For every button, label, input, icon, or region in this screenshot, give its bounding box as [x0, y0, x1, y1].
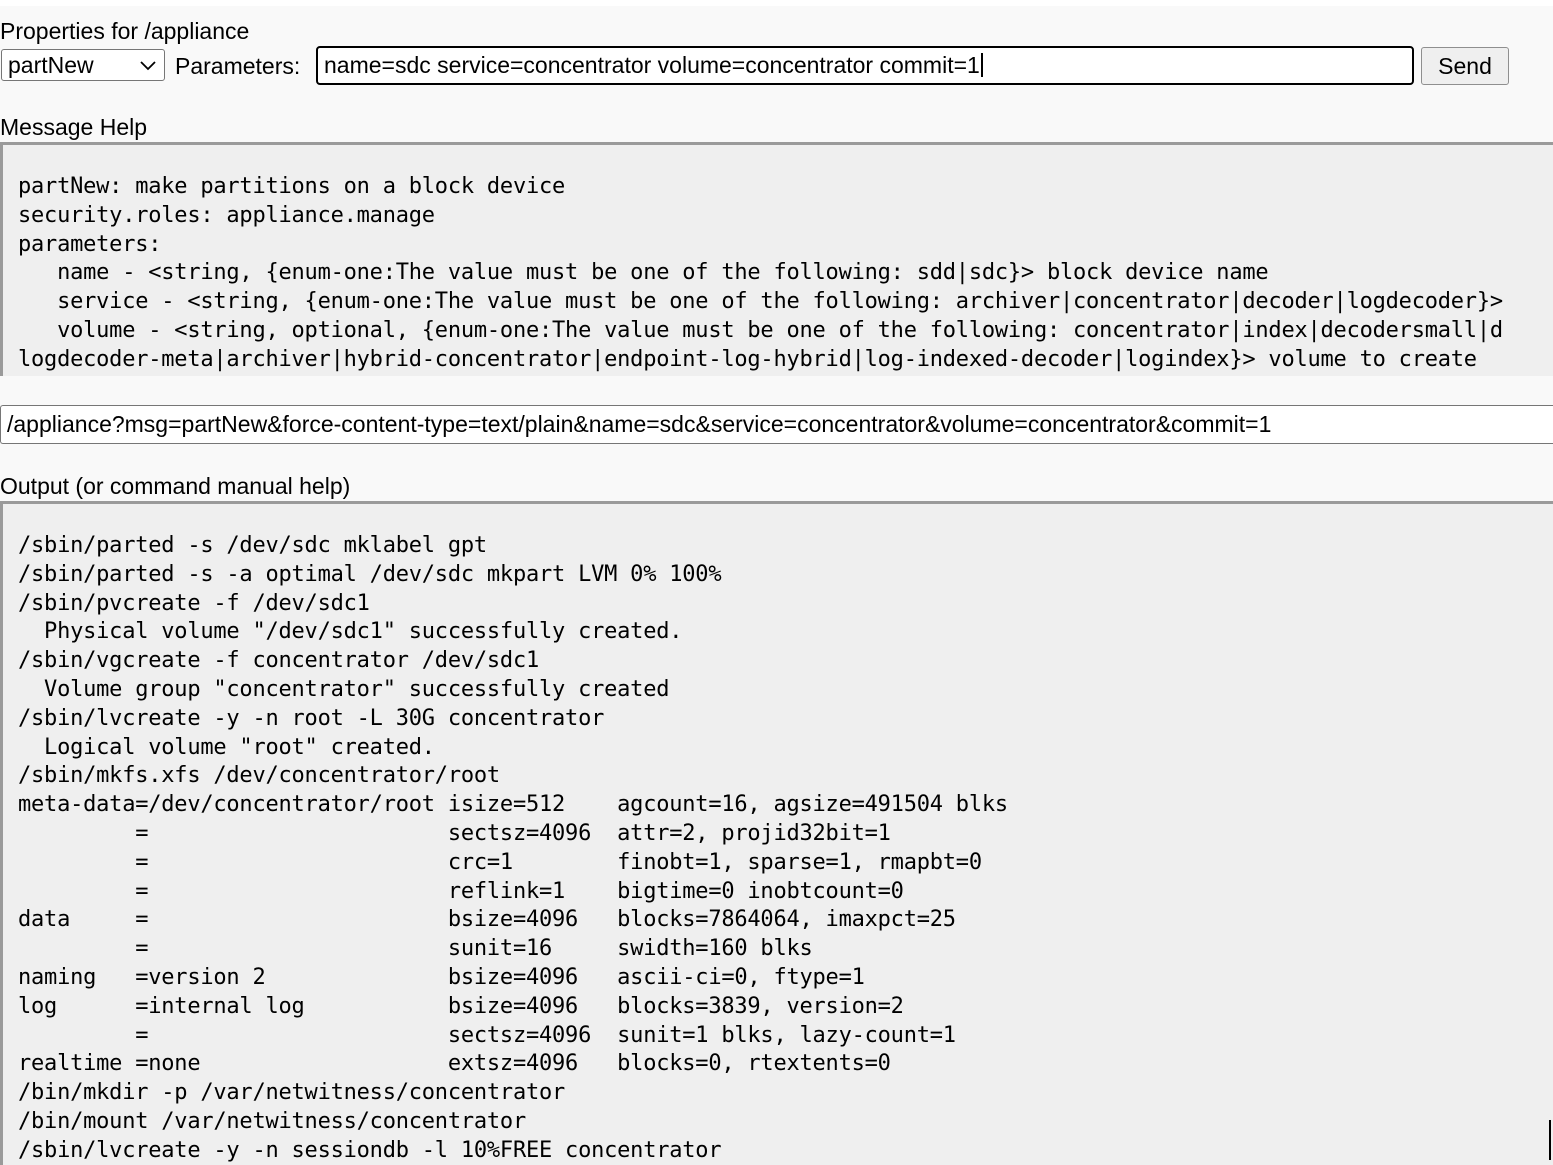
message-help-text: partNew: make partitions on a block devi… — [18, 174, 1503, 372]
output-panel[interactable]: /sbin/parted -s /dev/sdc mklabel gpt /sb… — [0, 501, 1553, 1165]
parameters-input-value: name=sdc service=concentrator volume=con… — [324, 52, 980, 78]
message-help-heading: Message Help — [0, 114, 148, 140]
page-title: Properties for /appliance — [0, 18, 250, 44]
message-select-value: partNew — [8, 52, 94, 78]
message-help-panel[interactable]: partNew: make partitions on a block devi… — [0, 142, 1553, 376]
request-url-field[interactable]: /appliance?msg=partNew&force-content-typ… — [0, 405, 1553, 444]
parameters-label: Parameters: — [175, 53, 301, 79]
send-button[interactable]: Send — [1421, 47, 1509, 85]
top-strip — [0, 0, 1553, 6]
text-caret — [980, 53, 983, 77]
output-heading: Output (or command manual help) — [0, 473, 351, 499]
message-select[interactable]: partNew — [1, 49, 165, 81]
mouse-cursor — [1549, 1120, 1551, 1160]
chevron-down-icon — [140, 50, 156, 80]
parameters-input[interactable]: name=sdc service=concentrator volume=con… — [316, 46, 1414, 85]
output-text: /sbin/parted -s /dev/sdc mklabel gpt /sb… — [18, 533, 1008, 1163]
